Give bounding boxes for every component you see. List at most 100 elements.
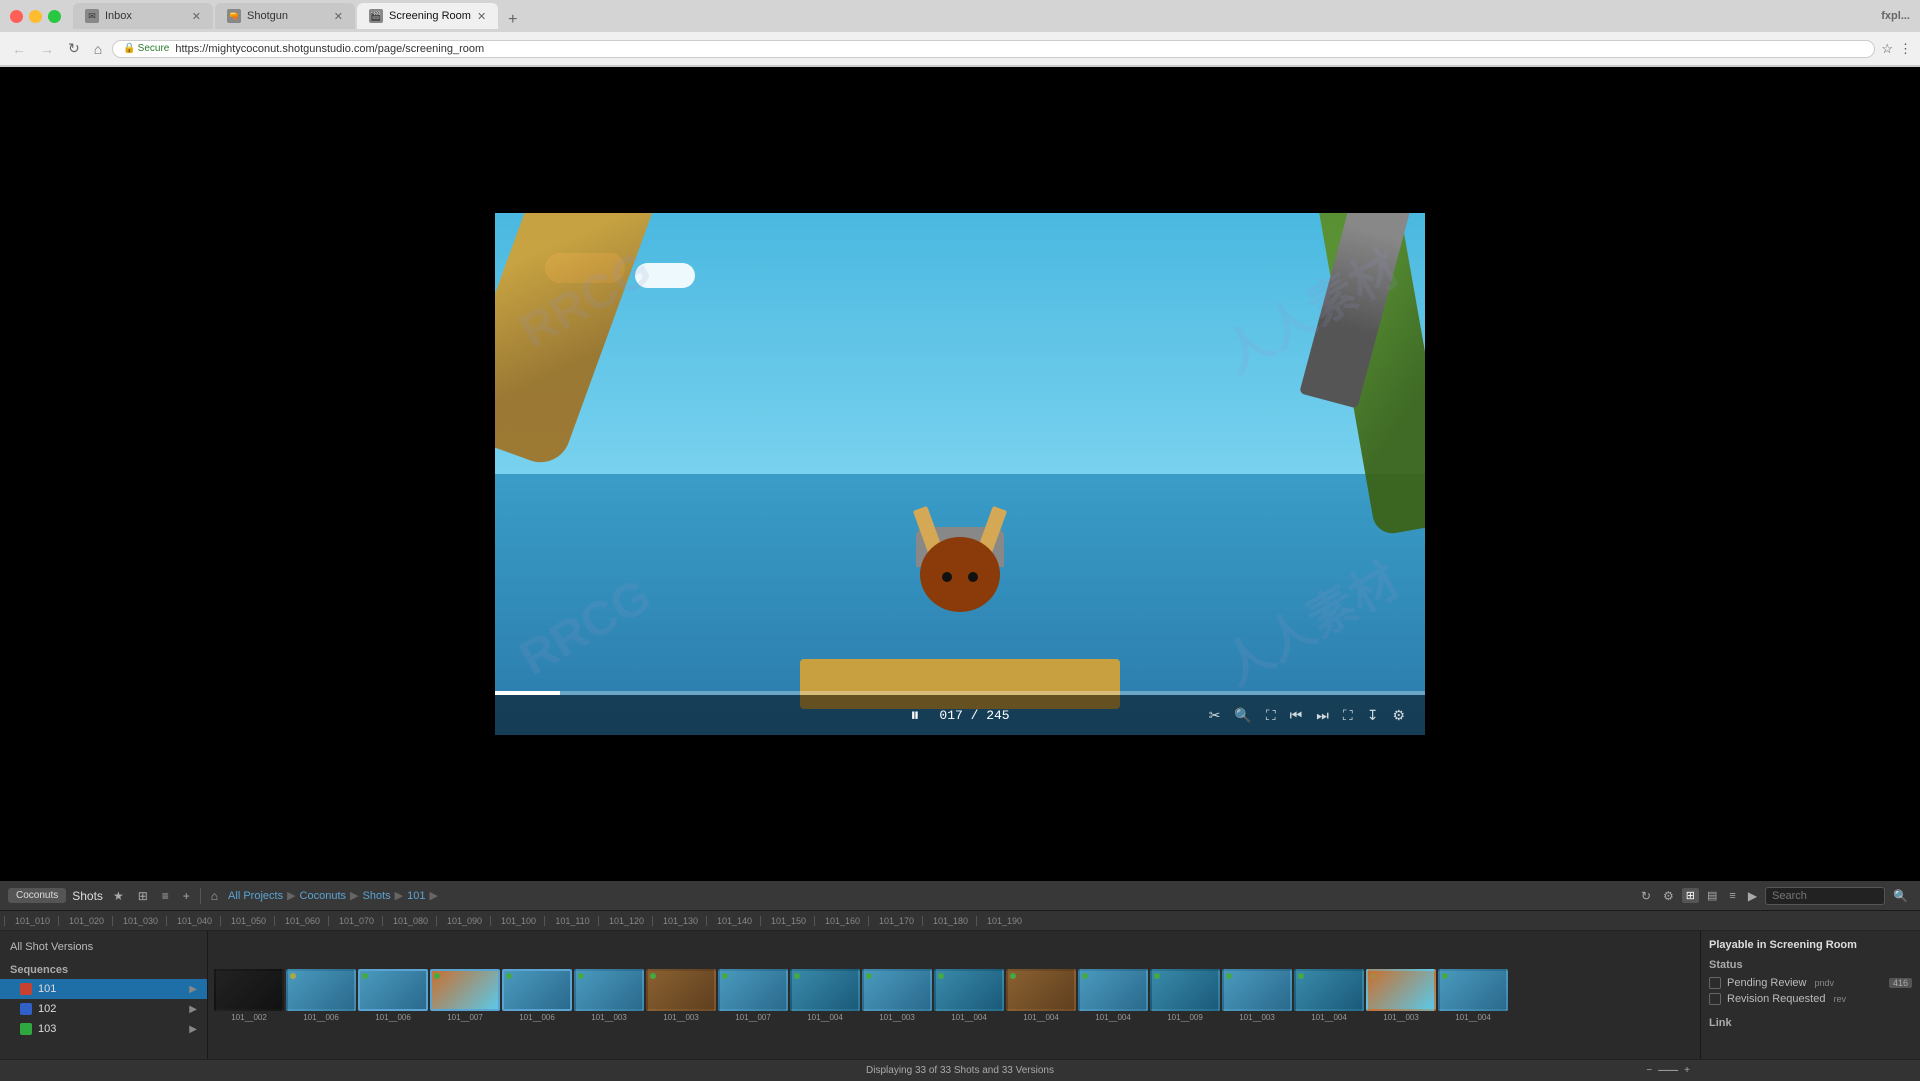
window-maximize-button[interactable] [48, 10, 61, 23]
tab-shotgun[interactable]: 🔫 Shotgun ✕ [215, 3, 355, 29]
extensions-button[interactable]: ⋮ [1899, 41, 1912, 57]
thumb-item-6[interactable]: 101__003 [646, 969, 716, 1022]
favorite-button[interactable]: ★ [109, 887, 128, 905]
ruler-ticks: 101_010 101_020 101_030 101_040 101_050 … [4, 916, 1916, 926]
right-sidebar-title: Playable in Screening Room [1709, 939, 1912, 951]
thumbnail-view-btn[interactable]: ⊞ [1682, 888, 1699, 903]
home-nav-button[interactable]: ⌂ [207, 887, 222, 905]
entity-badge[interactable]: Coconuts [8, 888, 66, 903]
add-button[interactable]: + [179, 887, 194, 905]
thumb-item-3[interactable]: 101__007 [430, 969, 500, 1022]
tab-inbox-favicon: ✉ [85, 9, 99, 23]
thumb-item-2[interactable]: 101__006 [358, 969, 428, 1022]
breadcrumb-sequence[interactable]: 101 [407, 890, 425, 902]
revision-requested-tag: rev [1833, 994, 1846, 1004]
tab-screening-close[interactable]: ✕ [477, 10, 486, 23]
sidebar-item-101[interactable]: 101 ▶ [0, 979, 207, 999]
window-minimize-button[interactable] [29, 10, 42, 23]
thumb-item-11[interactable]: 101__004 [1006, 969, 1076, 1022]
all-shot-versions-header[interactable]: All Shot Versions [0, 937, 207, 957]
list-view-button[interactable]: ≡ [158, 887, 173, 905]
breadcrumb-shots[interactable]: Shots [363, 890, 391, 902]
thumb-item-5[interactable]: 101__003 [574, 969, 644, 1022]
character [900, 517, 1020, 657]
ruler-tick-17: 101_180 [922, 916, 976, 926]
bookmarks-button[interactable]: ☆ [1881, 41, 1893, 57]
refresh-btn[interactable]: ↻ [1637, 887, 1655, 905]
ruler-tick-14: 101_150 [760, 916, 814, 926]
thumb-item-1[interactable]: 101__006 [286, 969, 356, 1022]
browser-titlebar: ✉ Inbox ✕ 🔫 Shotgun ✕ 🎬 Screening Room ✕… [0, 0, 1920, 32]
thumb-item-14[interactable]: 101__003 [1222, 969, 1292, 1022]
tab-inbox[interactable]: ✉ Inbox ✕ [73, 3, 213, 29]
character-head [920, 537, 1000, 612]
zoom-minus-btn[interactable]: − [1646, 1065, 1652, 1076]
more-options-btn[interactable]: ▶ [1744, 887, 1761, 905]
thumb-item-8[interactable]: 101__004 [790, 969, 860, 1022]
breadcrumb-coconuts[interactable]: Coconuts [300, 890, 346, 902]
grid-view-button[interactable]: ⊞ [134, 887, 152, 905]
settings-icon[interactable]: ⚙ [1392, 707, 1405, 724]
sidebar-item-102[interactable]: 102 ▶ [0, 999, 207, 1019]
eye-right [968, 572, 978, 582]
filmstrip-view-btn[interactable]: ▤ [1703, 888, 1721, 903]
scissors-icon[interactable]: ✂ [1209, 707, 1221, 724]
thumb-item-4[interactable]: 101__006 [502, 969, 572, 1022]
filter-btn[interactable]: ⚙ [1659, 887, 1678, 905]
download-icon[interactable]: ↧ [1367, 707, 1379, 724]
tab-inbox-label: Inbox [105, 10, 132, 22]
back-button[interactable]: ← [8, 39, 30, 59]
prev-cut-icon[interactable]: ⏮ [1290, 707, 1303, 724]
video-controls: ⏸ 017 / 245 ✂ 🔍 ⛶ ⏮ ⏭ ⛶ ↧ ⚙ [495, 695, 1425, 735]
filter-pending-review[interactable]: Pending Review pndv 416 [1709, 975, 1912, 991]
thumb-img-15 [1294, 969, 1364, 1011]
tab-screening[interactable]: 🎬 Screening Room ✕ [357, 3, 498, 29]
pause-button[interactable]: ⏸ [910, 705, 919, 726]
forward-button[interactable]: → [36, 39, 58, 59]
sidebar-item-103[interactable]: 103 ▶ [0, 1019, 207, 1039]
window-close-button[interactable] [10, 10, 23, 23]
zoom-plus-btn[interactable]: + [1684, 1065, 1690, 1076]
address-bar[interactable]: 🔒 Secure https://mightycoconut.shotgunst… [112, 40, 1875, 58]
video-canvas: RRCG 人人素材 RRCG 人人素材 [495, 213, 1425, 735]
thumb-item-7[interactable]: 101__007 [718, 969, 788, 1022]
list-view-btn[interactable]: ≡ [1725, 889, 1739, 903]
thumb-img-5 [574, 969, 644, 1011]
ruler-tick-1: 101_020 [58, 916, 112, 926]
new-tab-button[interactable]: + [500, 11, 525, 29]
thumb-item-0[interactable]: 101__002 [214, 969, 284, 1022]
ruler-tick-12: 101_130 [652, 916, 706, 926]
shot-ruler: 101_010 101_020 101_030 101_040 101_050 … [0, 911, 1920, 931]
breadcrumb-all-projects[interactable]: All Projects [228, 890, 283, 902]
thumb-status-8 [794, 973, 800, 979]
revision-requested-checkbox[interactable] [1709, 993, 1721, 1005]
reload-button[interactable]: ↻ [64, 38, 84, 59]
fullscreen-icon[interactable]: ⛶ [1343, 707, 1353, 724]
thumbnails-area[interactable]: 101__002 101__006 101__006 [208, 931, 1700, 1059]
pending-review-checkbox[interactable] [1709, 977, 1721, 989]
thumb-item-9[interactable]: 101__003 [862, 969, 932, 1022]
thumb-item-16[interactable]: 101__003 [1366, 969, 1436, 1022]
search-button[interactable]: 🔍 [1889, 887, 1912, 905]
thumb-item-15[interactable]: 101__004 [1294, 969, 1364, 1022]
thumb-item-12[interactable]: 101__004 [1078, 969, 1148, 1022]
toolbar-right: ↻ ⚙ ⊞ ▤ ≡ ▶ 🔍 [1637, 887, 1912, 905]
tab-inbox-close[interactable]: ✕ [192, 10, 201, 23]
filter-revision-requested[interactable]: Revision Requested rev [1709, 991, 1912, 1007]
thumb-label-17: 101__004 [1455, 1013, 1491, 1022]
tab-shotgun-close[interactable]: ✕ [334, 10, 343, 23]
home-button[interactable]: ⌂ [90, 39, 106, 59]
thumb-img-13 [1150, 969, 1220, 1011]
thumb-item-13[interactable]: 101__009 [1150, 969, 1220, 1022]
next-cut-icon[interactable]: ⏭ [1316, 707, 1329, 724]
thumb-img-8 [790, 969, 860, 1011]
search-input[interactable] [1765, 887, 1885, 905]
thumb-item-17[interactable]: 101__004 [1438, 969, 1508, 1022]
thumb-img-10 [934, 969, 1004, 1011]
ruler-tick-16: 101_170 [868, 916, 922, 926]
thumb-item-10[interactable]: 101__004 [934, 969, 1004, 1022]
expand-icon[interactable]: ⛶ [1266, 707, 1276, 724]
search-video-icon[interactable]: 🔍 [1234, 707, 1251, 724]
seq-label-102: 102 [38, 1003, 56, 1015]
thumb-label-5: 101__003 [591, 1013, 627, 1022]
